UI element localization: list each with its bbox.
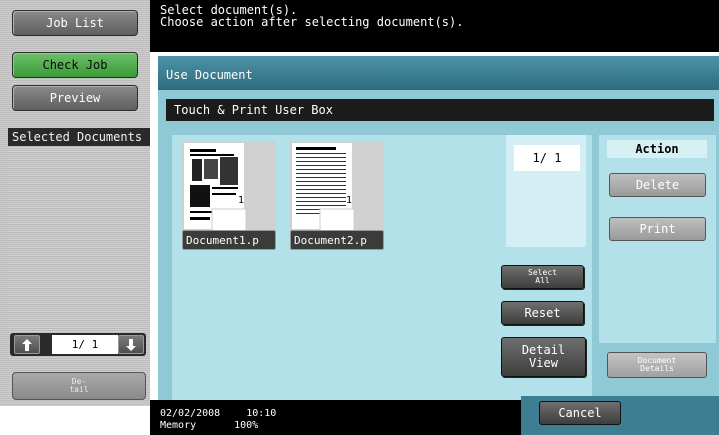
use-document-panel: Use Document Touch & Print User Box 1 Do… bbox=[158, 56, 719, 405]
action-title: Action bbox=[607, 140, 707, 158]
message-line-2: Choose action after selecting document(s… bbox=[160, 15, 464, 29]
memory-label: Memory bbox=[160, 420, 197, 431]
selected-documents-label: Selected Documents bbox=[8, 128, 150, 146]
panel-title: Use Document bbox=[158, 56, 719, 90]
delete-button[interactable]: Delete bbox=[609, 173, 706, 197]
job-list-button[interactable]: Job List bbox=[12, 10, 138, 36]
reset-button[interactable]: Reset bbox=[501, 301, 584, 325]
detail-button-label-line2: tail bbox=[69, 385, 89, 394]
select-all-label-line2: All bbox=[535, 276, 550, 285]
panel-body: Touch & Print User Box 1 Document1.p 1 D… bbox=[158, 90, 719, 405]
down-arrow-icon[interactable] bbox=[118, 335, 144, 354]
document-details-button[interactable]: Document Details bbox=[607, 352, 707, 378]
status-time: 10:10 bbox=[246, 408, 277, 419]
message-bar: Select document(s). Choose action after … bbox=[150, 0, 719, 52]
check-job-button[interactable]: Check Job bbox=[12, 52, 138, 78]
action-panel: Action Delete Print bbox=[599, 135, 716, 343]
select-all-button[interactable]: Select All bbox=[501, 265, 584, 289]
document-thumbnail[interactable]: 1 bbox=[182, 141, 276, 233]
detail-view-button[interactable]: Detail View bbox=[501, 337, 586, 377]
status-date: 02/02/2008 bbox=[160, 408, 221, 419]
document-details-label-line2: Details bbox=[640, 364, 674, 373]
up-arrow-icon[interactable] bbox=[14, 335, 40, 354]
document-thumbnail[interactable]: 1 bbox=[290, 141, 384, 233]
document-page-count: 1 bbox=[238, 195, 245, 206]
selected-documents-page-indicator: 1/ 1 bbox=[52, 335, 118, 354]
selected-documents-list[interactable] bbox=[8, 146, 150, 332]
document-name[interactable]: Document2.p bbox=[290, 230, 384, 250]
cancel-button[interactable]: Cancel bbox=[539, 401, 621, 425]
document-name[interactable]: Document1.p bbox=[182, 230, 276, 250]
selected-documents-pager: 1/ 1 bbox=[10, 333, 146, 356]
preview-button[interactable]: Preview bbox=[12, 85, 138, 111]
page-indicator: 1/ 1 bbox=[514, 145, 580, 171]
page-indicator-box: 1/ 1 bbox=[506, 135, 586, 247]
document-page-count: 1 bbox=[346, 195, 353, 206]
print-button[interactable]: Print bbox=[609, 217, 706, 241]
detail-view-label-line2: View bbox=[529, 356, 558, 370]
detail-button[interactable]: De- tail bbox=[12, 372, 146, 400]
user-box-title: Touch & Print User Box bbox=[166, 99, 714, 121]
memory-value: 100% bbox=[234, 420, 259, 431]
